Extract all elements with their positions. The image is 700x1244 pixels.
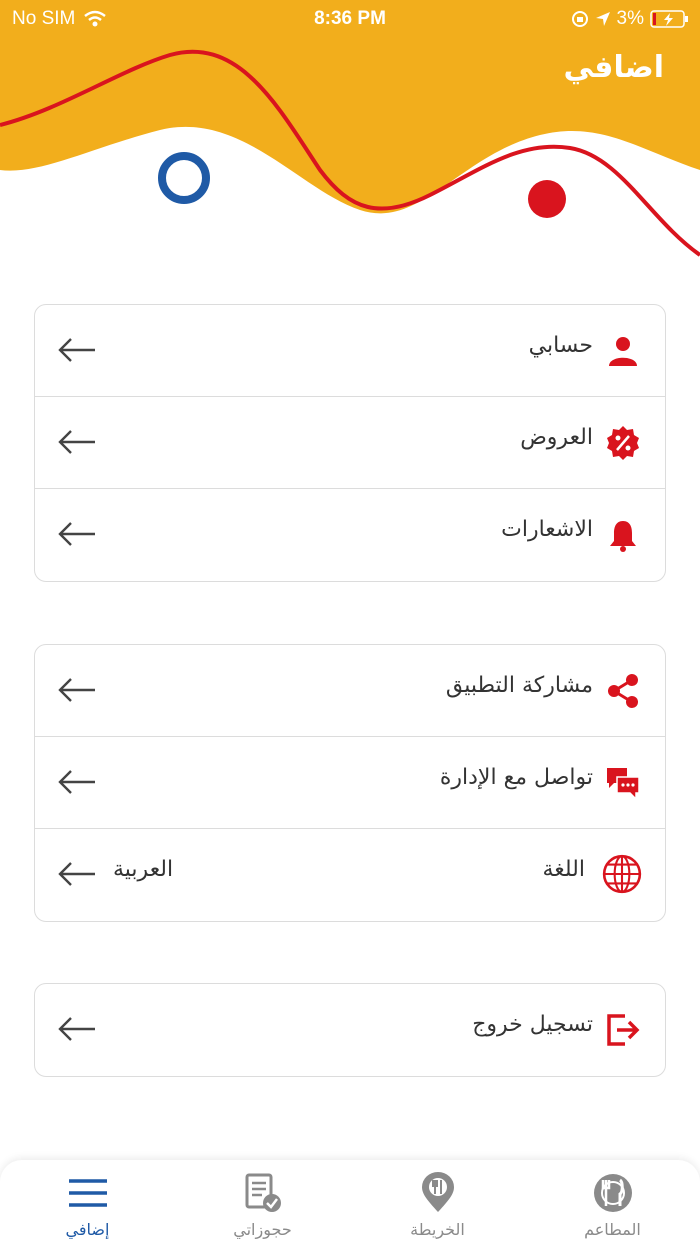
map-pin-icon: [422, 1172, 454, 1212]
menu-row-my-account[interactable]: حسابي: [35, 305, 665, 397]
menu-row-label: تسجيل خروج: [472, 1012, 593, 1037]
tab-label: إضافي: [65, 1220, 110, 1239]
orientation-lock-icon: [571, 11, 588, 27]
header-wave-background: [0, 0, 700, 257]
menu-row-share-app[interactable]: مشاركة التطبيق: [35, 645, 665, 737]
arrow-left-icon: [58, 862, 95, 886]
bottom-tab-bar: إضافي حجوزاتي الخريطة المطاعم: [0, 1160, 700, 1244]
menu-icon: [69, 1179, 107, 1207]
menu-row-label: تواصل مع الإدارة: [439, 765, 593, 790]
bell-icon: [610, 521, 636, 552]
chat-icon: [607, 768, 640, 801]
tab-label: المطاعم: [584, 1220, 641, 1239]
share-icon: [608, 674, 638, 708]
tab-label: حجوزاتي: [233, 1220, 292, 1239]
menu-row-label: اللغة: [542, 857, 585, 882]
menu-row-contact-admin[interactable]: تواصل مع الإدارة: [35, 737, 665, 829]
settings-group-logout: تسجيل خروج: [34, 983, 666, 1077]
tab-map[interactable]: الخريطة: [350, 1160, 525, 1244]
reservations-icon: [245, 1173, 281, 1212]
status-bar: No SIM 8:36 PM 3%: [0, 0, 700, 40]
discount-badge-icon: [607, 426, 639, 460]
globe-icon: [602, 854, 642, 894]
menu-row-label: العروض: [520, 425, 593, 450]
arrow-left-icon: [58, 1017, 95, 1041]
page-title: اضافي: [563, 50, 664, 85]
tab-reservations[interactable]: حجوزاتي: [175, 1160, 350, 1244]
menu-row-logout[interactable]: تسجيل خروج: [35, 984, 665, 1076]
tab-more[interactable]: إضافي: [0, 1160, 175, 1244]
settings-group-account: حسابي العروض الاشعارات: [34, 304, 666, 582]
decor-red-dot: [528, 180, 566, 218]
arrow-left-icon: [58, 678, 95, 702]
menu-row-language[interactable]: اللغة العربية: [35, 829, 665, 921]
arrow-left-icon: [58, 430, 95, 454]
logout-icon: [607, 1014, 640, 1046]
user-icon: [609, 337, 637, 366]
tab-label: الخريطة: [410, 1220, 465, 1239]
menu-row-offers[interactable]: العروض: [35, 397, 665, 489]
settings-group-app: مشاركة التطبيق تواصل مع الإدارة اللغة ال…: [34, 644, 666, 922]
arrow-left-icon: [58, 770, 95, 794]
location-arrow-icon: [595, 12, 610, 26]
menu-row-label: الاشعارات: [501, 517, 593, 542]
restaurant-icon: [594, 1174, 632, 1212]
current-language-value: العربية: [113, 857, 174, 882]
menu-row-label: حسابي: [528, 333, 593, 358]
battery-charging-icon: [650, 10, 688, 28]
battery-percent: 3%: [616, 8, 644, 29]
arrow-left-icon: [58, 522, 95, 546]
decor-blue-ring: [158, 152, 210, 204]
menu-row-notifications[interactable]: الاشعارات: [35, 489, 665, 581]
menu-row-label: مشاركة التطبيق: [445, 673, 593, 698]
arrow-left-icon: [58, 338, 95, 362]
tab-restaurants[interactable]: المطاعم: [525, 1160, 700, 1244]
